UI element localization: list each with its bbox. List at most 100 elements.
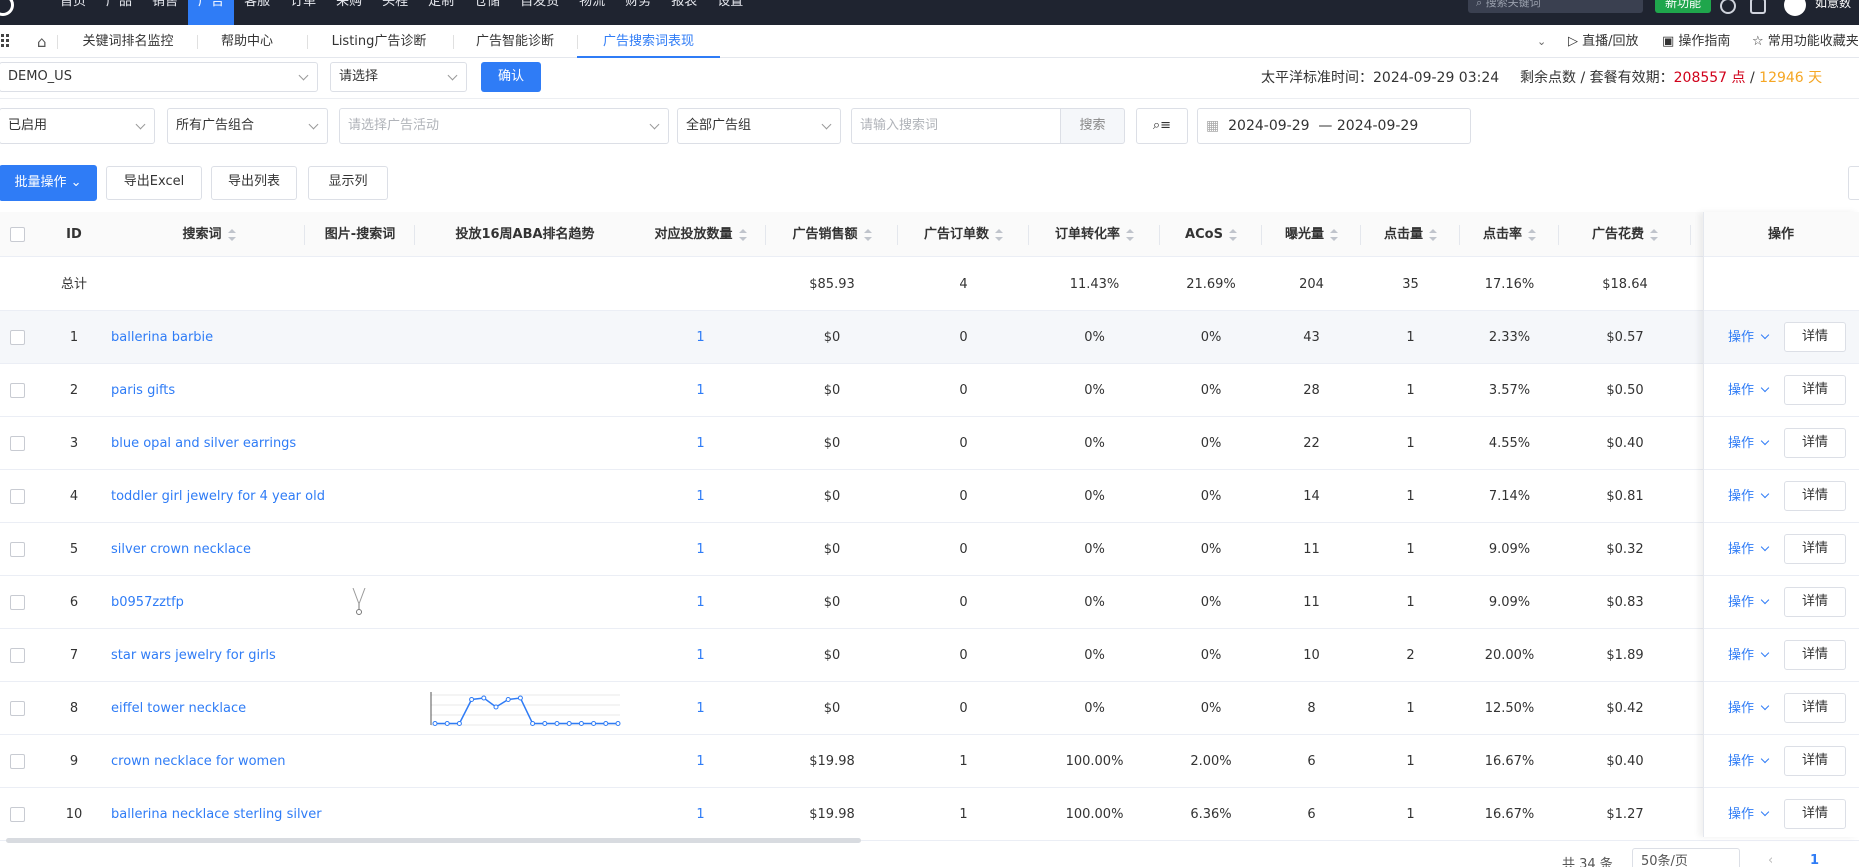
avatar[interactable] xyxy=(1784,0,1806,16)
row-detail-button[interactable]: 详情 xyxy=(1784,428,1846,458)
row-checkbox[interactable] xyxy=(10,701,25,716)
row-ops-dropdown[interactable]: 操作 xyxy=(1728,735,1770,788)
sort-icon[interactable] xyxy=(1650,228,1658,241)
home-icon[interactable]: ⌂ xyxy=(37,33,47,51)
share-icon[interactable] xyxy=(1750,0,1766,14)
username[interactable]: 如意数 xyxy=(1815,0,1851,11)
export-list-button[interactable]: 导出列表 xyxy=(211,166,297,200)
sort-icon[interactable] xyxy=(1330,228,1338,241)
marketplace-select[interactable]: 请选择 xyxy=(330,62,467,92)
col-acos[interactable]: ACoS xyxy=(1160,212,1262,257)
batch-operation-button[interactable]: 批量操作 ⌄ xyxy=(0,165,97,201)
date-range-picker[interactable]: ▦ 2024-09-29 — 2024-09-29 xyxy=(1197,108,1471,144)
confirm-button[interactable]: 确认 xyxy=(481,62,541,92)
cell-targets[interactable]: 1 xyxy=(635,417,766,470)
cell-keyword[interactable]: blue opal and silver earrings xyxy=(111,417,305,470)
cell-targets[interactable]: 1 xyxy=(635,523,766,576)
tab-keyword-rank-monitor[interactable]: 关键词排名监控 xyxy=(70,25,186,58)
cell-keyword[interactable]: eiffel tower necklace xyxy=(111,682,305,735)
top-menu-item[interactable]: 定制 xyxy=(418,0,464,25)
row-ops-dropdown[interactable]: 操作 xyxy=(1728,629,1770,682)
top-menu-item[interactable]: 客服 xyxy=(234,0,280,25)
cell-targets[interactable]: 1 xyxy=(635,364,766,417)
export-excel-button[interactable]: 导出Excel xyxy=(106,166,202,200)
top-menu-item[interactable]: 自发货 xyxy=(510,0,569,25)
campaign-select[interactable]: 请选择广告活动 xyxy=(339,108,669,144)
row-detail-button[interactable]: 详情 xyxy=(1784,375,1846,405)
adgroup-select[interactable]: 全部广告组 xyxy=(677,108,841,144)
show-columns-button[interactable]: 显示列 xyxy=(308,166,388,200)
row-checkbox[interactable] xyxy=(10,436,25,451)
row-detail-button[interactable]: 详情 xyxy=(1784,640,1846,670)
row-ops-dropdown[interactable]: 操作 xyxy=(1728,364,1770,417)
row-checkbox[interactable] xyxy=(10,330,25,345)
apps-grid-icon[interactable] xyxy=(1,34,13,47)
row-ops-dropdown[interactable]: 操作 xyxy=(1728,788,1770,841)
cell-targets[interactable]: 1 xyxy=(635,629,766,682)
favorites-link[interactable]: ☆ 常用功能收藏夹 xyxy=(1752,25,1859,58)
cell-keyword[interactable]: paris gifts xyxy=(111,364,305,417)
row-checkbox[interactable] xyxy=(10,807,25,822)
cell-targets[interactable]: 1 xyxy=(635,470,766,523)
top-menu-item[interactable]: 头程 xyxy=(372,0,418,25)
top-menu-item[interactable]: 财务 xyxy=(615,0,661,25)
row-detail-button[interactable]: 详情 xyxy=(1784,322,1846,352)
cell-keyword[interactable]: star wars jewelry for girls xyxy=(111,629,305,682)
col-ctr[interactable]: 点击率 xyxy=(1460,212,1559,257)
col-spend[interactable]: 广告花费 xyxy=(1559,212,1691,257)
col-clicks[interactable]: 点击量 xyxy=(1361,212,1460,257)
tab-help-center[interactable]: 帮助中心 xyxy=(210,25,284,58)
top-menu-item[interactable]: 采购 xyxy=(326,0,372,25)
top-menu-item[interactable]: 广告 xyxy=(188,0,235,25)
logo-icon[interactable] xyxy=(0,0,14,16)
live-replay-link[interactable]: ▷ 直播/回放 xyxy=(1568,25,1639,58)
cell-targets[interactable]: 1 xyxy=(635,735,766,788)
cell-keyword[interactable]: silver crown necklace xyxy=(111,523,305,576)
row-checkbox[interactable] xyxy=(10,648,25,663)
row-detail-button[interactable]: 详情 xyxy=(1784,534,1846,564)
row-checkbox[interactable] xyxy=(10,542,25,557)
row-detail-button[interactable]: 详情 xyxy=(1784,799,1846,829)
cell-keyword[interactable]: ballerina barbie xyxy=(111,311,305,364)
sort-icon[interactable] xyxy=(738,228,747,241)
portfolio-select[interactable]: 所有广告组合 xyxy=(167,108,328,144)
cell-keyword[interactable]: toddler girl jewelry for 4 year old xyxy=(111,470,325,523)
new-feature-button[interactable]: 新功能 xyxy=(1655,0,1711,13)
col-cvr[interactable]: 订单转化率 xyxy=(1029,212,1160,257)
row-checkbox[interactable] xyxy=(10,754,25,769)
row-detail-button[interactable]: 详情 xyxy=(1784,693,1846,723)
sort-icon[interactable] xyxy=(227,228,236,241)
sort-icon[interactable] xyxy=(1126,228,1134,241)
tabs-dropdown-icon[interactable]: ⌄ xyxy=(1537,25,1546,58)
guide-link[interactable]: ▣ 操作指南 xyxy=(1662,25,1730,58)
row-checkbox[interactable] xyxy=(10,595,25,610)
tab-ad-search-term-performance[interactable]: 广告搜索词表现 xyxy=(577,25,720,58)
search-button[interactable]: 搜索 xyxy=(1060,108,1125,144)
row-ops-dropdown[interactable]: 操作 xyxy=(1728,682,1770,735)
row-ops-dropdown[interactable]: 操作 xyxy=(1728,417,1770,470)
top-menu-item[interactable]: 物流 xyxy=(569,0,615,25)
top-menu-item[interactable]: 产品 xyxy=(96,0,142,25)
row-detail-button[interactable]: 详情 xyxy=(1784,746,1846,776)
cell-targets[interactable]: 1 xyxy=(635,682,766,735)
page-current[interactable]: 1 xyxy=(1810,853,1819,867)
cell-keyword[interactable]: ballerina necklace sterling silver xyxy=(111,788,322,841)
advanced-search-icon[interactable]: ⌕≡ xyxy=(1136,108,1188,144)
status-select[interactable]: 已启用 xyxy=(0,108,155,144)
row-detail-button[interactable]: 详情 xyxy=(1784,587,1846,617)
row-ops-dropdown[interactable]: 操作 xyxy=(1728,523,1770,576)
cell-keyword[interactable]: crown necklace for women xyxy=(111,735,305,788)
download-icon[interactable] xyxy=(1720,0,1736,14)
col-impressions[interactable]: 曝光量 xyxy=(1262,212,1361,257)
cell-targets[interactable]: 1 xyxy=(635,576,766,629)
cell-keyword[interactable]: b0957zztfp xyxy=(111,576,305,629)
sort-icon[interactable] xyxy=(995,228,1003,241)
sort-icon[interactable] xyxy=(863,228,872,241)
cell-targets[interactable]: 1 xyxy=(635,788,766,841)
sort-icon[interactable] xyxy=(1528,228,1536,241)
tab-ad-smart-diagnosis[interactable]: 广告智能诊断 xyxy=(463,25,567,58)
top-menu-item[interactable]: 销售 xyxy=(142,0,188,25)
top-menu-item[interactable]: 仓储 xyxy=(464,0,510,25)
col-targets[interactable]: 对应投放数量 xyxy=(635,212,766,257)
page-size-select[interactable]: 50条/页 xyxy=(1632,848,1740,867)
